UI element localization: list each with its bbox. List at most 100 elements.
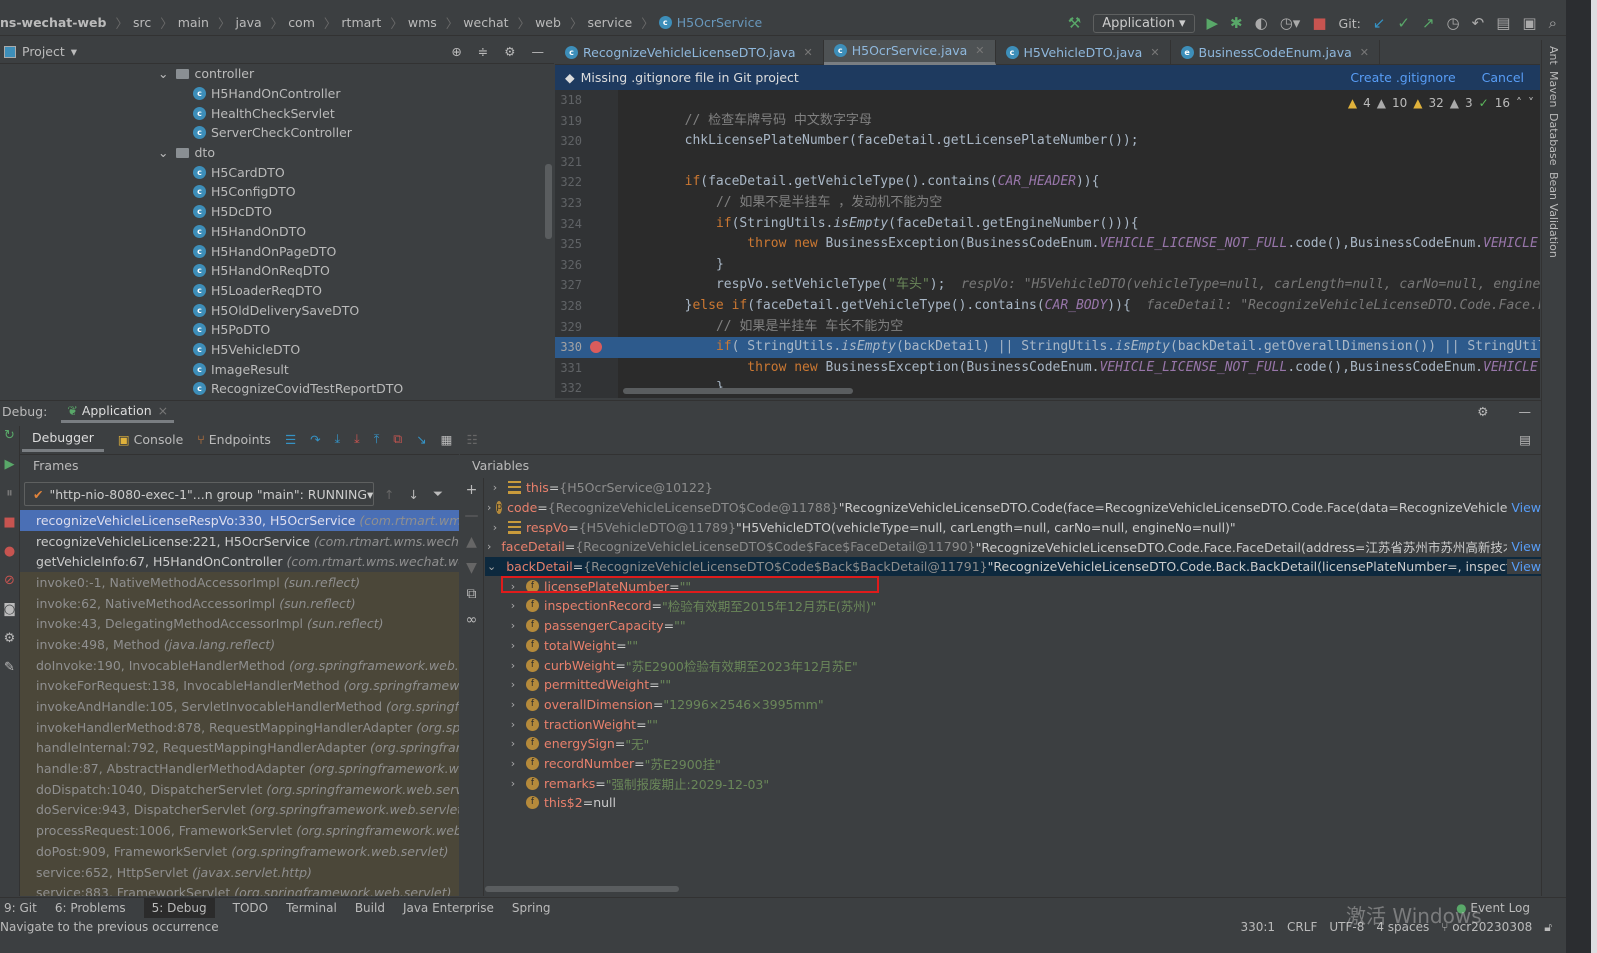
run-anything-icon[interactable]: ▣ [1522, 14, 1536, 32]
settings-icon[interactable]: ⚙ [4, 631, 16, 646]
code-line[interactable]: 327 respVo.setVehicleType("车头"); respVo: … [555, 275, 1540, 296]
chevron-right-icon[interactable]: › [505, 639, 521, 652]
locate-icon[interactable]: ⊕ [451, 44, 461, 59]
close-icon[interactable]: ✕ [1360, 46, 1369, 59]
close-icon[interactable]: ✕ [804, 46, 813, 59]
variable-row[interactable]: ⌄ backDetail = {RecognizeVehicleLicenseDT… [485, 556, 1541, 577]
chevron-right-icon[interactable]: › [505, 737, 521, 750]
editor-horizontal-scrollbar[interactable] [623, 388, 853, 394]
git-update-icon[interactable]: ↙ [1373, 14, 1386, 32]
frame-item[interactable]: doPost:909, FrameworkServlet (org.springf… [20, 841, 459, 862]
breadcrumb-item[interactable]: H5OcrService [677, 15, 762, 30]
variable-row[interactable]: › f remarks = "强制报废期止:2029-12-03" [485, 773, 1541, 793]
tool-window-problems[interactable]: 6: Problems [55, 901, 126, 915]
close-icon[interactable]: × [158, 403, 168, 418]
git-commit-icon[interactable]: ✓ [1397, 14, 1410, 32]
frame-item[interactable]: service:883, FrameworkServlet (org.spring… [20, 882, 459, 896]
breadcrumb-item[interactable]: web [535, 15, 561, 30]
view-breakpoints-icon[interactable]: ● [4, 544, 15, 559]
frame-item[interactable]: service:652, HttpServlet (javax.servlet.h… [20, 861, 459, 883]
chevron-right-icon[interactable]: › [505, 718, 521, 731]
breadcrumb-item[interactable]: src [133, 15, 151, 30]
frame-item[interactable]: doDispatch:1040, DispatcherServlet (org.s… [20, 778, 459, 800]
frame-item[interactable]: invoke:43, DelegatingMethodAccessorImpl(… [20, 613, 459, 635]
frame-item[interactable]: handleInternal:792, RequestMappingHandle… [20, 737, 459, 759]
frame-item[interactable]: handle:87, AbstractHandlerMethodAdapter(… [20, 758, 459, 779]
stop-icon[interactable]: ■ [3, 515, 15, 530]
show-execution-point-icon[interactable]: ☰ [285, 432, 296, 447]
copy-icon[interactable]: ⧉ [467, 586, 477, 602]
frame-item[interactable]: doInvoke:190, InvocableHandlerMethod (org… [20, 654, 459, 676]
code-line[interactable]: 320 chkLicensePlateNumber(faceDetail.getL… [555, 131, 1540, 152]
tree-item[interactable]: c H5HandOnReqDTO [0, 261, 554, 281]
variable-row[interactable]: f this$2 = null [485, 793, 1541, 813]
close-icon[interactable]: ✕ [975, 44, 984, 57]
right-tool-maven[interactable]: Maven [1547, 71, 1560, 107]
rollback-icon[interactable]: ↶ [1472, 14, 1485, 32]
frame-item[interactable]: invokeForRequest:138, InvocableHandlerMe… [20, 675, 459, 697]
variable-row[interactable]: › f energySign = "无" [485, 734, 1541, 754]
history-icon[interactable]: ◷ [1447, 14, 1460, 32]
filter-icon[interactable]: ⏷ [433, 486, 443, 502]
debug-session-tab[interactable]: ❦ Application × [61, 401, 175, 423]
frame-item[interactable]: recognizeVehicleLicenseRespVo:330, H5Ocr… [20, 510, 459, 531]
drop-frame-icon[interactable]: ⧉ [393, 431, 402, 447]
code-line[interactable]: 328}else if(faceDetail.getVehicleType().… [555, 296, 1540, 317]
breadcrumb-item[interactable]: main [178, 15, 209, 30]
tab-debugger[interactable]: Debugger [22, 426, 104, 452]
chevron-right-icon[interactable]: › [505, 757, 521, 770]
chevron-right-icon[interactable]: › [505, 678, 521, 691]
mute-breakpoints-icon[interactable]: ⊘ [4, 573, 15, 588]
tree-item[interactable]: ⌄ dto [0, 143, 554, 163]
view-link[interactable]: View [1507, 559, 1541, 575]
chevron-down-icon[interactable]: ⌄ [158, 145, 168, 160]
collapse-all-icon[interactable]: ≑ [478, 44, 488, 59]
tree-item[interactable]: c H5HandOnDTO [0, 222, 554, 242]
frame-item[interactable]: recognizeVehicleLicense:221, H5OcrServic… [20, 531, 459, 552]
tool-window-todo[interactable]: TODO [233, 901, 268, 915]
close-icon[interactable]: ✕ [1150, 46, 1159, 59]
tool-window-git[interactable]: 9: Git [4, 901, 37, 915]
code-line[interactable]: 325 throw new BusinessException(BusinessC… [555, 234, 1540, 255]
tree-item[interactable]: c H5LoaderReqDTO [0, 281, 554, 301]
chevron-down-icon[interactable]: ⌄ [487, 560, 496, 573]
editor-tab[interactable]: c RecognizeVehicleLicenseDTO.java ✕ [555, 39, 824, 65]
frame-item[interactable]: invoke0:-1, NativeMethodAccessorImpl (sun… [20, 572, 459, 593]
tab-endpoints[interactable]: ⑂ Endpoints [197, 432, 271, 447]
frame-item[interactable]: invokeHandlerMethod:878, RequestMappingH… [20, 716, 459, 738]
tree-item[interactable]: c H5ConfigDTO [0, 182, 554, 202]
resume-icon[interactable]: ▶ [5, 457, 15, 472]
code-line[interactable]: 329 // 如果是半挂车 车长不能为空 [555, 317, 1540, 338]
chevron-right-icon[interactable]: › [487, 540, 491, 553]
caret-position[interactable]: 330:1 [1240, 920, 1275, 934]
step-over-icon[interactable]: ↷ [310, 432, 320, 447]
tree-item[interactable]: c H5VehicleDTO [0, 340, 554, 360]
variable-row[interactable]: › f overallDimension = "12996×2546×3995mm" [485, 695, 1541, 715]
breadcrumb-item[interactable]: wms [408, 15, 437, 30]
chevron-right-icon[interactable]: › [505, 698, 521, 711]
debug-icon[interactable]: ✱ [1230, 14, 1243, 32]
cancel-link[interactable]: Cancel [1482, 70, 1524, 85]
lock-icon[interactable]: 🔓︎ [1544, 920, 1552, 935]
breadcrumb-item[interactable]: wechat [463, 15, 508, 30]
coverage-icon[interactable]: ◐ [1255, 14, 1268, 32]
remove-watch-icon[interactable]: — [465, 508, 479, 524]
code-line[interactable]: 330 if( StringUtils.isEmpty(backDetail) |… [555, 337, 1540, 358]
tree-item[interactable]: c H5HandOnPageDTO [0, 241, 554, 261]
variable-row[interactable]: › f tractionWeight = "" [485, 714, 1541, 734]
git-push-icon[interactable]: ↗ [1422, 14, 1435, 32]
camera-icon[interactable]: ◙ [3, 602, 16, 617]
tree-item[interactable]: c H5PoDTO [0, 320, 554, 340]
pin-icon[interactable]: ✎ [4, 660, 15, 675]
profile-icon[interactable]: ◷▾ [1280, 14, 1301, 32]
chevron-right-icon[interactable]: › [487, 481, 503, 494]
breadcrumb-item[interactable]: com [288, 15, 315, 30]
prev-highlight-icon[interactable]: ˄ [1516, 96, 1522, 110]
frame-item[interactable]: invokeAndHandle:105, ServletInvocableHan… [20, 696, 459, 717]
frame-item[interactable]: processRequest:1006, FrameworkServlet (or… [20, 820, 459, 841]
tree-item[interactable]: c ServerCheckController [0, 123, 554, 143]
run-config-select[interactable]: Application ▾ [1093, 13, 1195, 33]
hide-icon[interactable]: — [532, 44, 545, 59]
variable-row[interactable]: › p code = {RecognizeVehicleLicenseDTO$Cod… [485, 498, 1541, 518]
rerun-icon[interactable]: ↻ [4, 428, 15, 443]
